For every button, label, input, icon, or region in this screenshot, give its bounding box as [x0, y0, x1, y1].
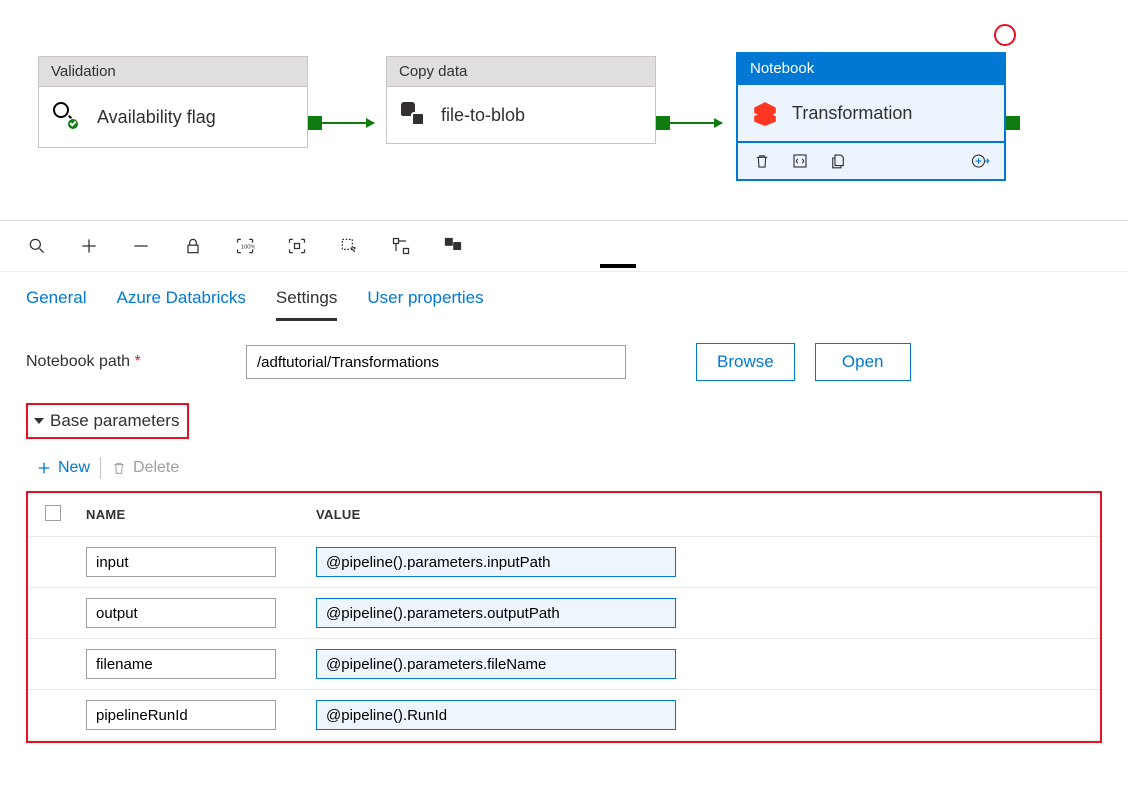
validation-node[interactable]: Validation Availability flag [38, 56, 308, 148]
resize-handle-icon[interactable] [600, 264, 636, 268]
magnifier-check-icon [53, 102, 83, 132]
search-icon[interactable] [26, 235, 48, 257]
parameters-table: NAME VALUE [28, 493, 1100, 741]
output-port[interactable] [308, 116, 322, 130]
add-icon[interactable] [78, 235, 100, 257]
base-parameters-header[interactable]: Base parameters [26, 403, 189, 439]
param-name-input[interactable] [86, 547, 276, 577]
connector-arrow [322, 122, 374, 124]
col-name-header: NAME [78, 493, 308, 537]
copy-databases-icon [401, 102, 427, 128]
notebook-path-input[interactable] [246, 345, 626, 379]
code-icon[interactable] [790, 151, 810, 171]
param-value-input[interactable] [316, 700, 676, 730]
fit-icon[interactable] [286, 235, 308, 257]
tab-general[interactable]: General [26, 282, 86, 321]
table-row [28, 690, 1100, 741]
node-toolbar [736, 143, 1006, 181]
notebook-path-label: Notebook path * [26, 353, 226, 371]
output-port[interactable] [656, 116, 670, 130]
lock-icon[interactable] [182, 235, 204, 257]
new-parameter-button[interactable]: New [36, 459, 90, 477]
select-all-checkbox[interactable] [45, 505, 61, 521]
copydata-node-type: Copy data [386, 56, 656, 87]
remove-icon[interactable] [130, 235, 152, 257]
notebook-node-title: Transformation [792, 103, 912, 124]
canvas-toolbar: 100% [0, 220, 1128, 271]
delete-icon[interactable] [752, 151, 772, 171]
param-name-input[interactable] [86, 598, 276, 628]
copydata-node[interactable]: Copy data file-to-blob [386, 56, 656, 144]
settings-panel: Notebook path * Browse Open Base paramet… [0, 321, 1128, 765]
notebook-node-type: Notebook [736, 52, 1006, 85]
error-indicator-icon [994, 24, 1016, 46]
pipeline-canvas[interactable]: Validation Availability flag Copy data f… [0, 0, 1128, 220]
tab-settings[interactable]: Settings [276, 282, 337, 321]
browse-button[interactable]: Browse [696, 343, 795, 381]
validation-node-type: Validation [38, 56, 308, 87]
copydata-node-title: file-to-blob [441, 105, 525, 126]
svg-text:100%: 100% [241, 245, 255, 251]
clone-icon[interactable] [828, 151, 848, 171]
delete-parameter-button[interactable]: Delete [111, 459, 179, 477]
parameters-table-wrap: NAME VALUE [26, 491, 1102, 743]
tab-user-properties[interactable]: User properties [367, 282, 483, 321]
parameter-actions: New Delete [26, 453, 1102, 491]
param-name-input[interactable] [86, 700, 276, 730]
auto-align-icon[interactable] [390, 235, 412, 257]
param-name-input[interactable] [86, 649, 276, 679]
validation-node-title: Availability flag [97, 107, 216, 128]
output-port[interactable] [1006, 116, 1020, 130]
col-value-header: VALUE [308, 493, 1100, 537]
add-output-icon[interactable] [970, 151, 990, 171]
table-row [28, 537, 1100, 588]
param-value-input[interactable] [316, 547, 676, 577]
layout-icon[interactable] [442, 235, 464, 257]
property-tabs: General Azure Databricks Settings User p… [0, 271, 1128, 321]
tab-azure-databricks[interactable]: Azure Databricks [116, 282, 245, 321]
connector-arrow [670, 122, 722, 124]
zoom-100-icon[interactable]: 100% [234, 235, 256, 257]
table-row [28, 588, 1100, 639]
param-value-input[interactable] [316, 649, 676, 679]
table-row [28, 639, 1100, 690]
open-button[interactable]: Open [815, 343, 911, 381]
databricks-icon [752, 100, 778, 126]
select-icon[interactable] [338, 235, 360, 257]
chevron-down-icon [34, 418, 44, 424]
notebook-node[interactable]: Notebook Transformation [736, 52, 1006, 181]
param-value-input[interactable] [316, 598, 676, 628]
